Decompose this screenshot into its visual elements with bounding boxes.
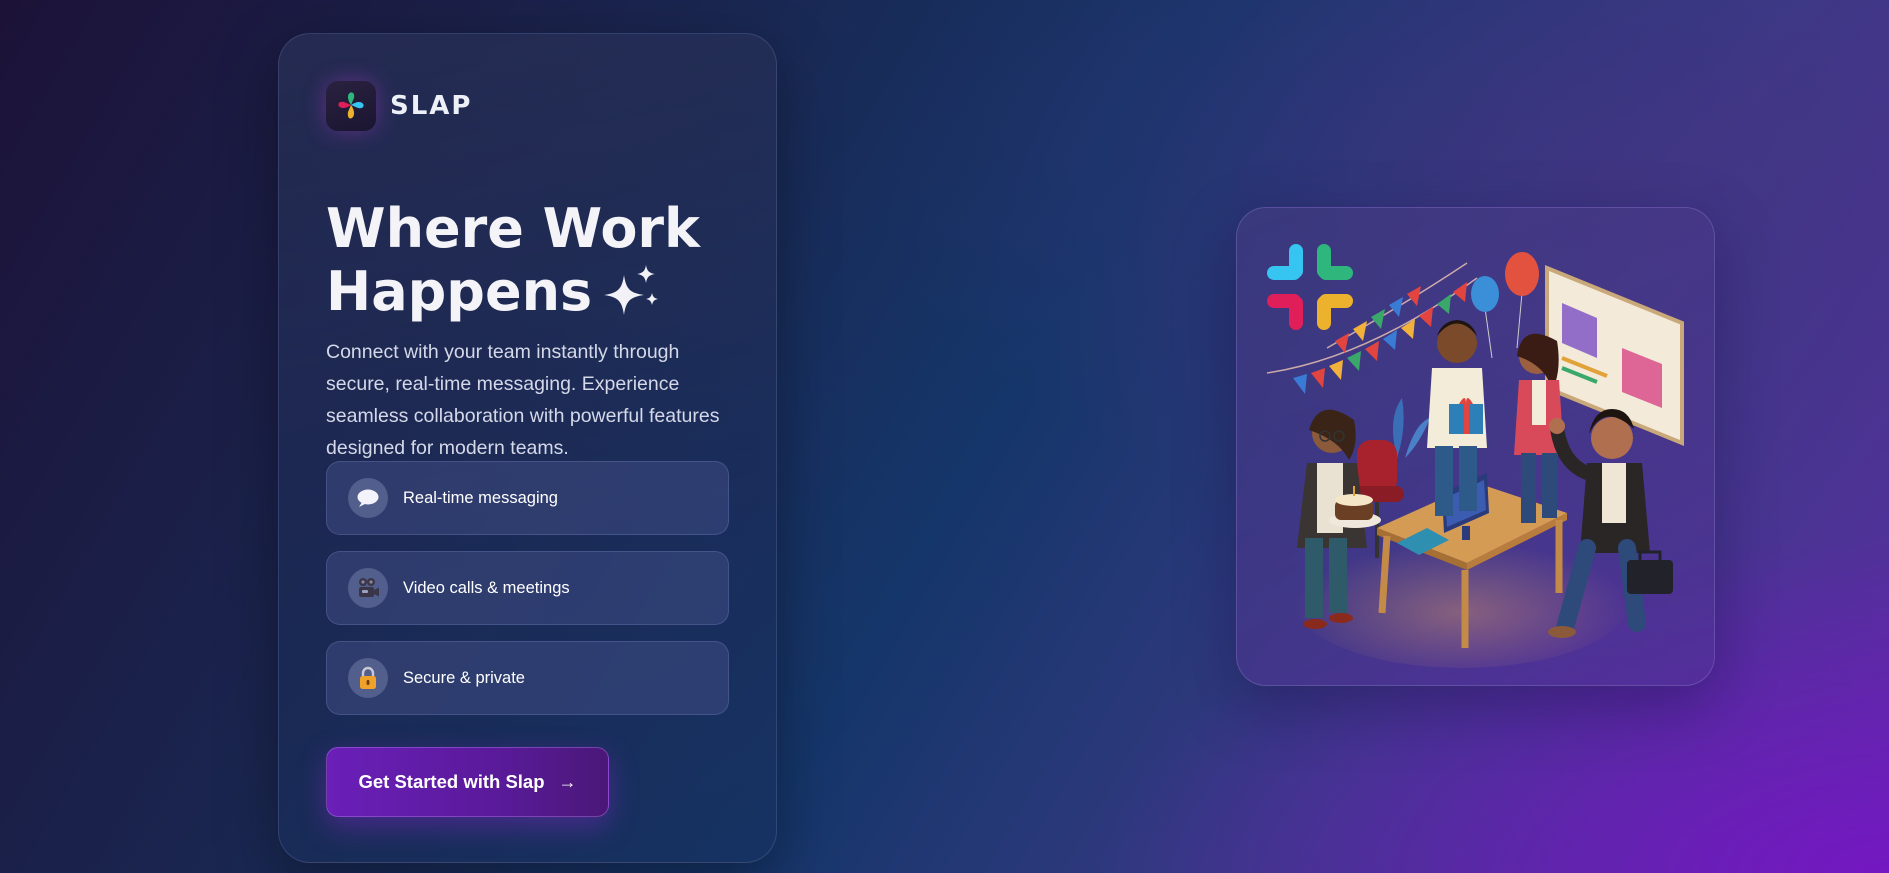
get-started-button[interactable]: Get Started with Slap → <box>326 747 609 817</box>
feature-label: Real-time messaging <box>403 488 558 507</box>
headline-line-1: Where Work <box>326 197 700 260</box>
brand-name: SLAP <box>390 91 473 121</box>
hero-description: Connect with your team instantly through… <box>326 341 720 459</box>
feature-icon-badge <box>348 568 388 608</box>
sparkles-icon <box>604 265 659 316</box>
feature-realtime-messaging[interactable]: Real-time messaging <box>326 461 729 535</box>
hero-card: SLAP Where Work Happens Connect with you… <box>278 33 777 863</box>
brand: SLAP <box>326 81 472 131</box>
illustration-card <box>1236 207 1715 686</box>
feature-icon-badge <box>348 478 388 518</box>
headline-line-2: Happens <box>326 260 766 323</box>
speech-bubble-icon <box>357 489 379 507</box>
slack-logo-icon <box>1267 244 1353 330</box>
headline-line-2-text: Happens <box>326 260 593 323</box>
pinwheel-logo-icon <box>338 92 364 119</box>
feature-label: Video calls & meetings <box>403 578 570 597</box>
team-anniversary-illustration <box>1266 244 1684 668</box>
get-started-label: Get Started with Slap <box>358 771 545 792</box>
feature-video-calls[interactable]: Video calls & meetings <box>326 551 729 625</box>
lock-icon <box>360 666 376 689</box>
feature-secure-private[interactable]: Secure & private <box>326 641 729 715</box>
video-camera-icon <box>359 578 379 597</box>
feature-label: Secure & private <box>403 668 525 687</box>
logo-badge <box>326 81 376 131</box>
arrow-right-icon: → <box>558 771 577 792</box>
page-title: Where Work Happens <box>326 197 766 323</box>
feature-icon-badge <box>348 658 388 698</box>
plant <box>1393 398 1430 458</box>
